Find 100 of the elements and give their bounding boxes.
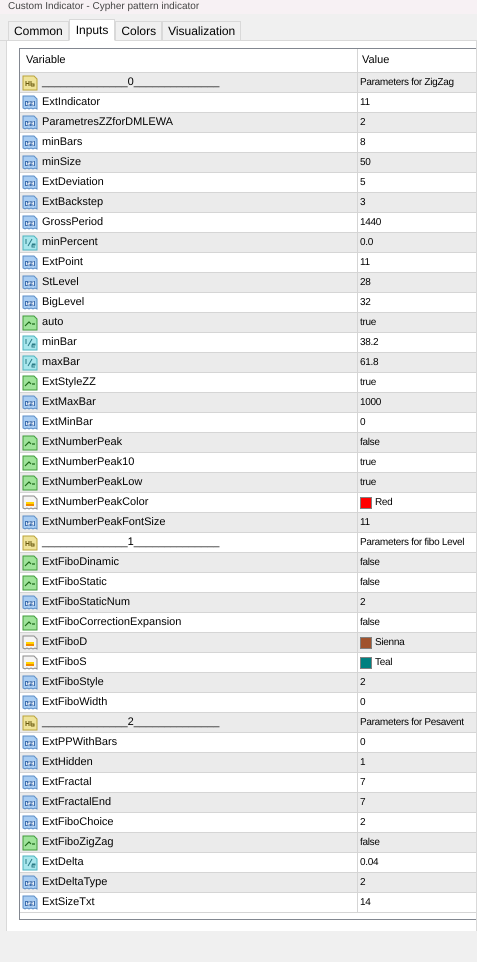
- value-text[interactable]: 61.8: [360, 355, 378, 370]
- value-text[interactable]: 0.0: [360, 235, 374, 250]
- value-text[interactable]: 0: [360, 695, 366, 710]
- variable-name: ExtFractal: [42, 775, 92, 790]
- variable-name: ExtDeviation: [42, 175, 104, 190]
- variable-name: ExtFractalEnd: [42, 795, 112, 810]
- variable-name: ExtFiboZigZag: [42, 835, 114, 850]
- tab[interactable]: Inputs: [68, 19, 116, 41]
- text-type-icon: [22, 534, 38, 550]
- value-text[interactable]: 1: [360, 755, 366, 770]
- toggle-type-icon: [22, 554, 38, 570]
- variable-name: ______________0______________: [42, 75, 220, 90]
- value-text[interactable]: 0: [360, 415, 366, 430]
- variable-name: ExtFiboD: [42, 635, 88, 650]
- value-text[interactable]: 8: [360, 135, 366, 150]
- value-text[interactable]: false: [360, 555, 380, 570]
- variable-name: ExtMinBar: [42, 415, 93, 430]
- text-type-icon: [22, 714, 38, 730]
- number-type-icon: [22, 674, 38, 690]
- variable-name: ExtHidden: [42, 755, 93, 770]
- value-text[interactable]: 0.04: [360, 855, 378, 870]
- value-text[interactable]: 1440: [360, 215, 382, 230]
- value-text[interactable]: 3: [360, 195, 366, 210]
- variable-name: ExtNumberPeakColor: [42, 495, 148, 510]
- variable-name: ExtSizeTxt: [42, 895, 95, 910]
- value-text[interactable]: false: [360, 435, 380, 450]
- value-text[interactable]: true: [360, 475, 376, 490]
- tab[interactable]: Colors: [115, 21, 162, 40]
- value-text[interactable]: 5: [360, 175, 366, 190]
- variable-name: ExtDeltaType: [42, 875, 108, 890]
- value-text[interactable]: 2: [360, 815, 366, 830]
- fraction-type-icon: [22, 234, 38, 250]
- value-text[interactable]: 2: [360, 875, 366, 890]
- value-text[interactable]: 0: [360, 735, 366, 750]
- tab[interactable]: Common: [8, 21, 69, 40]
- variable-name: ExtNumberPeak: [42, 435, 122, 450]
- toggle-type-icon: [22, 454, 38, 470]
- number-type-icon: [22, 154, 38, 170]
- value-text[interactable]: Parameters for ZigZag: [360, 75, 454, 90]
- value-text[interactable]: 2: [360, 675, 366, 690]
- variable-name: ExtIndicator: [42, 95, 100, 110]
- fraction-type-icon: [22, 354, 38, 370]
- variable-name: maxBar: [42, 355, 80, 370]
- variable-name: ExtFiboWidth: [42, 695, 108, 710]
- variable-name: ExtDelta: [42, 855, 84, 870]
- value-text[interactable]: 32: [360, 295, 371, 310]
- value-text[interactable]: false: [360, 615, 380, 630]
- value-text[interactable]: 1000: [360, 395, 382, 410]
- text-type-icon: [22, 74, 38, 90]
- toggle-type-icon: [22, 474, 38, 490]
- fraction-type-icon: [22, 854, 38, 870]
- value-text[interactable]: false: [360, 835, 380, 850]
- toggle-type-icon: [22, 574, 38, 590]
- variable-name: ______________1______________: [42, 535, 220, 550]
- variable-name: StLevel: [42, 275, 79, 290]
- value-text[interactable]: 2: [360, 115, 366, 130]
- variable-name: ExtFiboS: [42, 655, 87, 670]
- variable-name: minBar: [42, 335, 77, 350]
- variable-name: ExtNumberPeakFontSize: [42, 515, 166, 530]
- number-type-icon: [22, 194, 38, 210]
- value-text[interactable]: true: [360, 455, 376, 470]
- variable-name: ExtNumberPeakLow: [42, 475, 142, 490]
- value-text[interactable]: Teal: [375, 655, 392, 670]
- value-text[interactable]: Red: [375, 495, 392, 510]
- variable-name: ExtBackstep: [42, 195, 104, 210]
- value-text[interactable]: false: [360, 575, 380, 590]
- variable-name: BigLevel: [42, 295, 84, 310]
- number-type-icon: [22, 874, 38, 890]
- toggle-type-icon: [22, 374, 38, 390]
- value-text[interactable]: 50: [360, 155, 371, 170]
- value-text[interactable]: Parameters for fibo Level: [360, 535, 464, 550]
- variable-name: ExtFiboStatic: [42, 575, 107, 590]
- column-header[interactable]: Value: [358, 49, 476, 72]
- variable-name: ExtFiboChoice: [42, 815, 114, 830]
- number-type-icon: [22, 594, 38, 610]
- value-text[interactable]: 11: [360, 255, 370, 270]
- toggle-type-icon: [22, 434, 38, 450]
- value-text[interactable]: 14: [360, 895, 371, 910]
- value-text[interactable]: 38.2: [360, 335, 378, 350]
- number-type-icon: [22, 394, 38, 410]
- variable-name: minPercent: [42, 235, 98, 250]
- value-text[interactable]: 11: [360, 95, 370, 110]
- variable-name: ExtFiboDinamic: [42, 555, 120, 570]
- variable-name: ______________2______________: [42, 715, 220, 730]
- column-header[interactable]: Variable: [20, 49, 358, 72]
- value-text[interactable]: true: [360, 375, 376, 390]
- value-text[interactable]: Parameters for Pesavent: [360, 715, 464, 730]
- toggle-type-icon: [22, 314, 38, 330]
- value-text[interactable]: 7: [360, 795, 366, 810]
- variable-name: ExtStyleZZ: [42, 375, 96, 390]
- value-text[interactable]: 28: [360, 275, 371, 290]
- toggle-type-icon: [22, 614, 38, 630]
- value-text[interactable]: true: [360, 315, 376, 330]
- variable-name: ExtPoint: [42, 255, 83, 270]
- value-text[interactable]: Sienna: [375, 635, 404, 650]
- tab[interactable]: Visualization: [162, 21, 242, 40]
- value-text[interactable]: 7: [360, 775, 366, 790]
- value-text[interactable]: 11: [360, 515, 370, 530]
- variable-name: GrossPeriod: [42, 215, 104, 230]
- value-text[interactable]: 2: [360, 595, 366, 610]
